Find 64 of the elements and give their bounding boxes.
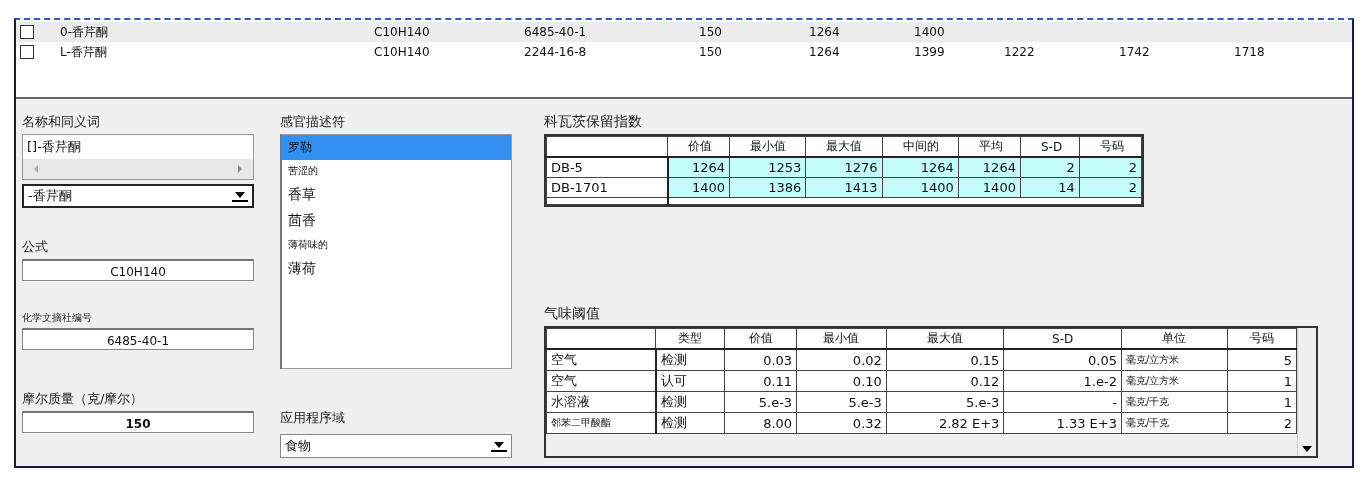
field-label: 化学文摘社编号 <box>22 311 92 325</box>
dropdown-arrow-icon[interactable] <box>232 190 248 202</box>
table-cell-text: 1718 <box>1234 45 1266 59</box>
column-header[interactable]: 最大值 <box>886 328 1004 349</box>
table-cell-text: 150 <box>699 45 723 59</box>
field-label: 名称和同义词 <box>22 113 100 131</box>
column-header[interactable]: 价值 <box>667 136 730 157</box>
table-cell-text: 6485-40-1 <box>524 25 588 39</box>
column-header[interactable]: 号码 <box>1079 136 1142 157</box>
field-label: 感官描述符 <box>280 113 345 131</box>
formula-field[interactable]: C10H140 <box>22 259 254 281</box>
row-header: 邻苯二甲酸酯 <box>546 412 656 434</box>
column-header[interactable]: 价值 <box>724 328 797 349</box>
table-cell-text: 1399 <box>914 45 946 59</box>
checkbox[interactable] <box>20 45 34 59</box>
compound-name: 0-香芹酮 <box>59 23 109 41</box>
table-row[interactable]: L-香芹酮 C10H140 2244-16-8 150 1264 1399 1222 1742 1718 <box>16 42 1352 62</box>
molar-mass-field[interactable]: 150 <box>22 411 254 433</box>
column-header[interactable]: 最小值 <box>796 328 887 349</box>
scroll-down-icon[interactable] <box>1302 446 1312 452</box>
column-header[interactable]: S-D <box>1003 328 1122 349</box>
field-label: 应用程序域 <box>280 409 345 427</box>
horizontal-scrollbar[interactable] <box>23 159 253 179</box>
field-label: 公式 <box>22 238 48 256</box>
column-header[interactable]: 平均 <box>958 136 1021 157</box>
application-dropdown[interactable]: 食物 <box>280 434 512 458</box>
compound-name: L-香芹酮 <box>59 43 108 61</box>
table-cell-text: 1742 <box>1119 45 1151 59</box>
table-cell-text: 1264 <box>809 45 841 59</box>
column-header[interactable]: 号码 <box>1227 328 1297 349</box>
table-row[interactable]: 0-香芹酮 C10H140 6485-40-1 150 1264 1400 <box>16 22 1352 42</box>
table-cell-text: 150 <box>699 25 723 39</box>
table-cell-text: 1400 <box>914 25 946 39</box>
field-label: 摩尔质量（克/摩尔） <box>22 390 144 408</box>
column-header[interactable]: 最大值 <box>805 136 883 157</box>
list-item[interactable]: 香草 <box>282 182 322 208</box>
checkbox[interactable] <box>20 25 34 39</box>
table-title: 气味阈值 <box>544 305 600 323</box>
row-header: DB-1701 <box>546 177 668 198</box>
list-item[interactable]: 罗勒 <box>282 135 511 160</box>
table-cell-text: 2244-16-8 <box>524 45 588 59</box>
list-item[interactable]: 茴香 <box>282 208 322 234</box>
synonym-dropdown[interactable]: -香芹酮 <box>22 184 254 208</box>
column-header[interactable]: 中间的 <box>882 136 959 157</box>
table-cell-text: 1264 <box>809 25 841 39</box>
cas-number-field[interactable]: 6485-40-1 <box>22 328 254 350</box>
row-header: DB-5 <box>546 157 668 178</box>
column-header[interactable]: S-D <box>1020 136 1080 157</box>
row-header: 空气 <box>546 349 656 371</box>
list-item[interactable]: []-香芹酮 <box>23 135 253 159</box>
column-header[interactable]: 类型 <box>655 328 725 349</box>
list-item[interactable]: 苦涩的 <box>282 160 324 182</box>
table-cell-text: C10H140 <box>374 45 431 59</box>
dropdown-arrow-icon[interactable] <box>491 440 507 452</box>
row-header: 水溶液 <box>546 391 656 413</box>
list-item[interactable]: 薄荷味的 <box>282 234 334 256</box>
list-item[interactable]: 薄荷 <box>282 256 322 282</box>
row-header: 空气 <box>546 370 656 392</box>
table-cell-text: C10H140 <box>374 25 431 39</box>
column-header[interactable]: 最小值 <box>729 136 806 157</box>
column-header[interactable]: 单位 <box>1121 328 1228 349</box>
scroll-right-icon[interactable] <box>237 165 243 173</box>
table-title: 科瓦茨保留指数 <box>544 113 642 131</box>
table-cell-text: 1222 <box>1004 45 1036 59</box>
